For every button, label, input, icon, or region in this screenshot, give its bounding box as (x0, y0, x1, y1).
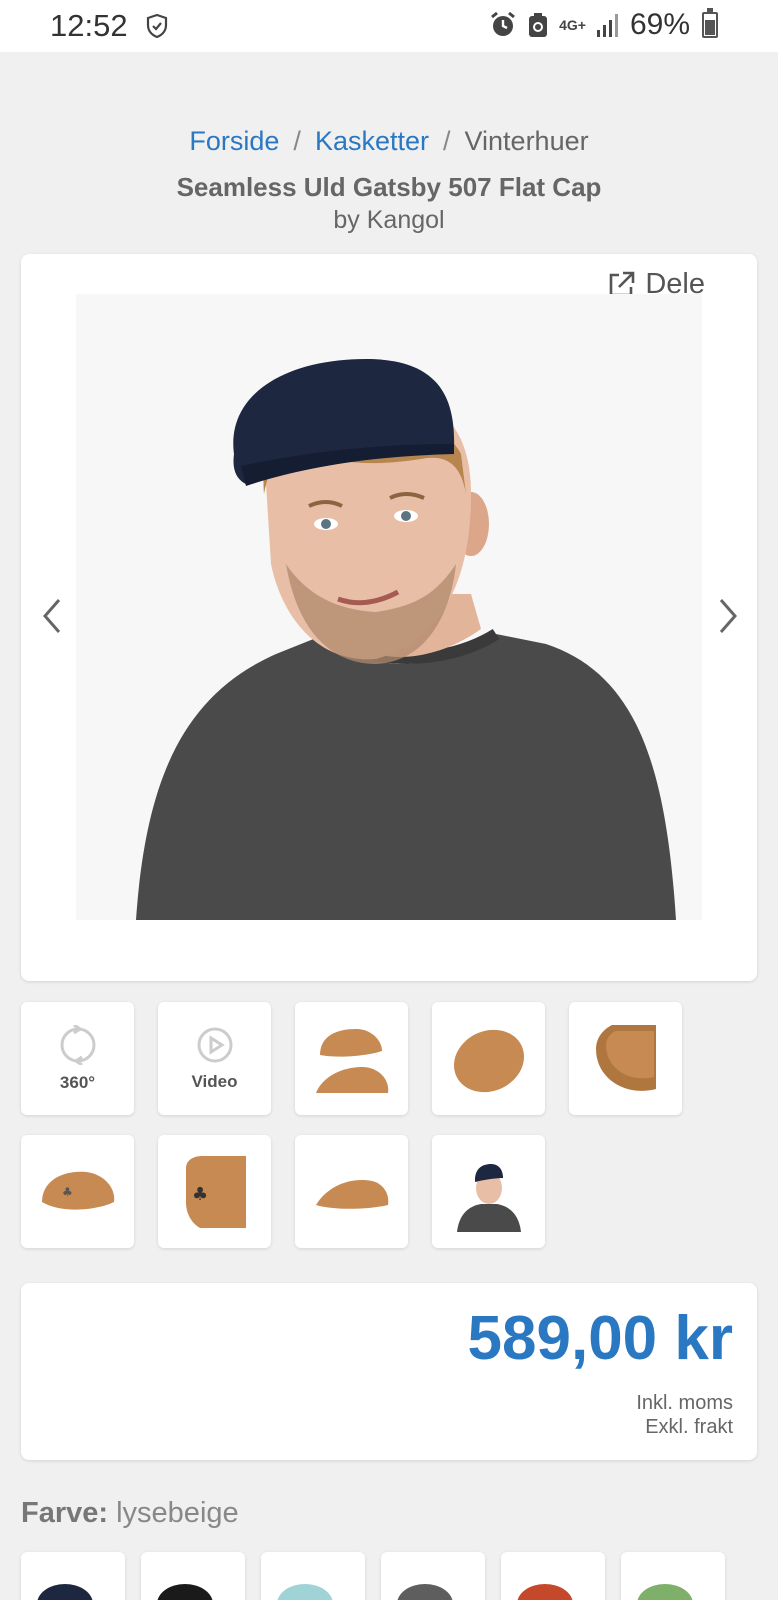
breadcrumb: Forside / Kasketter / Vinterhuer (0, 126, 778, 157)
cap-inside-image (595, 1024, 656, 1091)
breadcrumb-category-link[interactable]: Kasketter (315, 126, 429, 156)
shipping-note: Exkl. frakt (645, 1416, 733, 1438)
color-swatch-black[interactable] (141, 1552, 245, 1600)
thumbnail-360-view[interactable]: 360° (21, 1002, 134, 1115)
status-bar: 12:52 4G+ 69% (0, 0, 778, 52)
thumbnail-video[interactable]: Video (158, 1002, 271, 1115)
cap-swatch-image (637, 1584, 693, 1600)
product-gallery: Dele (21, 254, 757, 981)
cap-swatch-image (37, 1584, 93, 1600)
cap-swatch-image (517, 1584, 573, 1600)
vat-note: Inkl. moms (636, 1392, 733, 1414)
cap-swatch-image (277, 1584, 333, 1600)
shield-icon (146, 13, 168, 39)
color-swatch-light-blue[interactable] (261, 1552, 365, 1600)
next-image-arrow-icon[interactable] (711, 594, 745, 638)
previous-image-arrow-icon[interactable] (35, 594, 69, 638)
play-icon (197, 1027, 232, 1062)
svg-text:♣: ♣ (62, 1185, 73, 1199)
product-price: 589,00 kr (467, 1304, 733, 1373)
thumbnail-cap-profile[interactable] (295, 1135, 408, 1248)
status-time: 12:52 (50, 8, 128, 43)
thumbnail-cap-top[interactable] (432, 1002, 545, 1115)
model-wearing-cap-image (76, 294, 702, 920)
breadcrumb-separator: / (293, 126, 301, 156)
price-box: 589,00 kr Inkl. moms Exkl. frakt (21, 1283, 757, 1460)
cap-swatch-image (157, 1584, 213, 1600)
thumbnail-cap-side[interactable]: ♣ (21, 1135, 134, 1248)
color-swatch-grey[interactable] (381, 1552, 485, 1600)
cap-side-image: ♣ (41, 1171, 114, 1210)
color-label: Farve: (21, 1497, 109, 1529)
color-value: lysebeige (116, 1497, 239, 1529)
thumbnail-model[interactable] (432, 1135, 545, 1248)
alarm-icon (491, 11, 516, 36)
product-main-image[interactable] (76, 294, 702, 920)
breadcrumb-current: Vinterhuer (464, 126, 589, 156)
thumbnail-label: 360° (59, 1072, 96, 1092)
recycle-icon (529, 13, 548, 37)
rotate-360-icon (60, 1024, 95, 1065)
model-image (450, 1151, 527, 1232)
cap-stack-image (315, 1028, 388, 1093)
network-type: 4G+ (559, 17, 586, 33)
thumbnail-cap-back[interactable]: ♣ (158, 1135, 271, 1248)
color-swatch-navy[interactable] (21, 1552, 125, 1600)
signal-icon (596, 14, 618, 37)
cap-profile-image (315, 1179, 388, 1209)
product-title: Seamless Uld Gatsby 507 Flat Cap (176, 172, 602, 202)
thumbnail-cap-stack[interactable] (295, 1002, 408, 1115)
thumbnail-cap-inside[interactable] (569, 1002, 682, 1115)
breadcrumb-separator: / (443, 126, 451, 156)
battery-percent: 69% (629, 8, 690, 41)
cap-back-logo-image: ♣ (185, 1155, 246, 1228)
thumbnail-label: Video (191, 1071, 238, 1091)
svg-text:♣: ♣ (192, 1184, 208, 1205)
color-swatch-green[interactable] (621, 1552, 725, 1600)
color-swatch-orange[interactable] (501, 1552, 605, 1600)
color-selection-label: Farve: lysebeige (21, 1497, 239, 1530)
breadcrumb-home-link[interactable]: Forside (189, 126, 279, 156)
product-brand: by Kangol (333, 206, 445, 234)
cap-top-image (453, 1029, 524, 1092)
tax-info: Inkl. moms Exkl. frakt (636, 1391, 733, 1439)
battery-icon (702, 8, 718, 38)
cap-swatch-image (397, 1584, 453, 1600)
